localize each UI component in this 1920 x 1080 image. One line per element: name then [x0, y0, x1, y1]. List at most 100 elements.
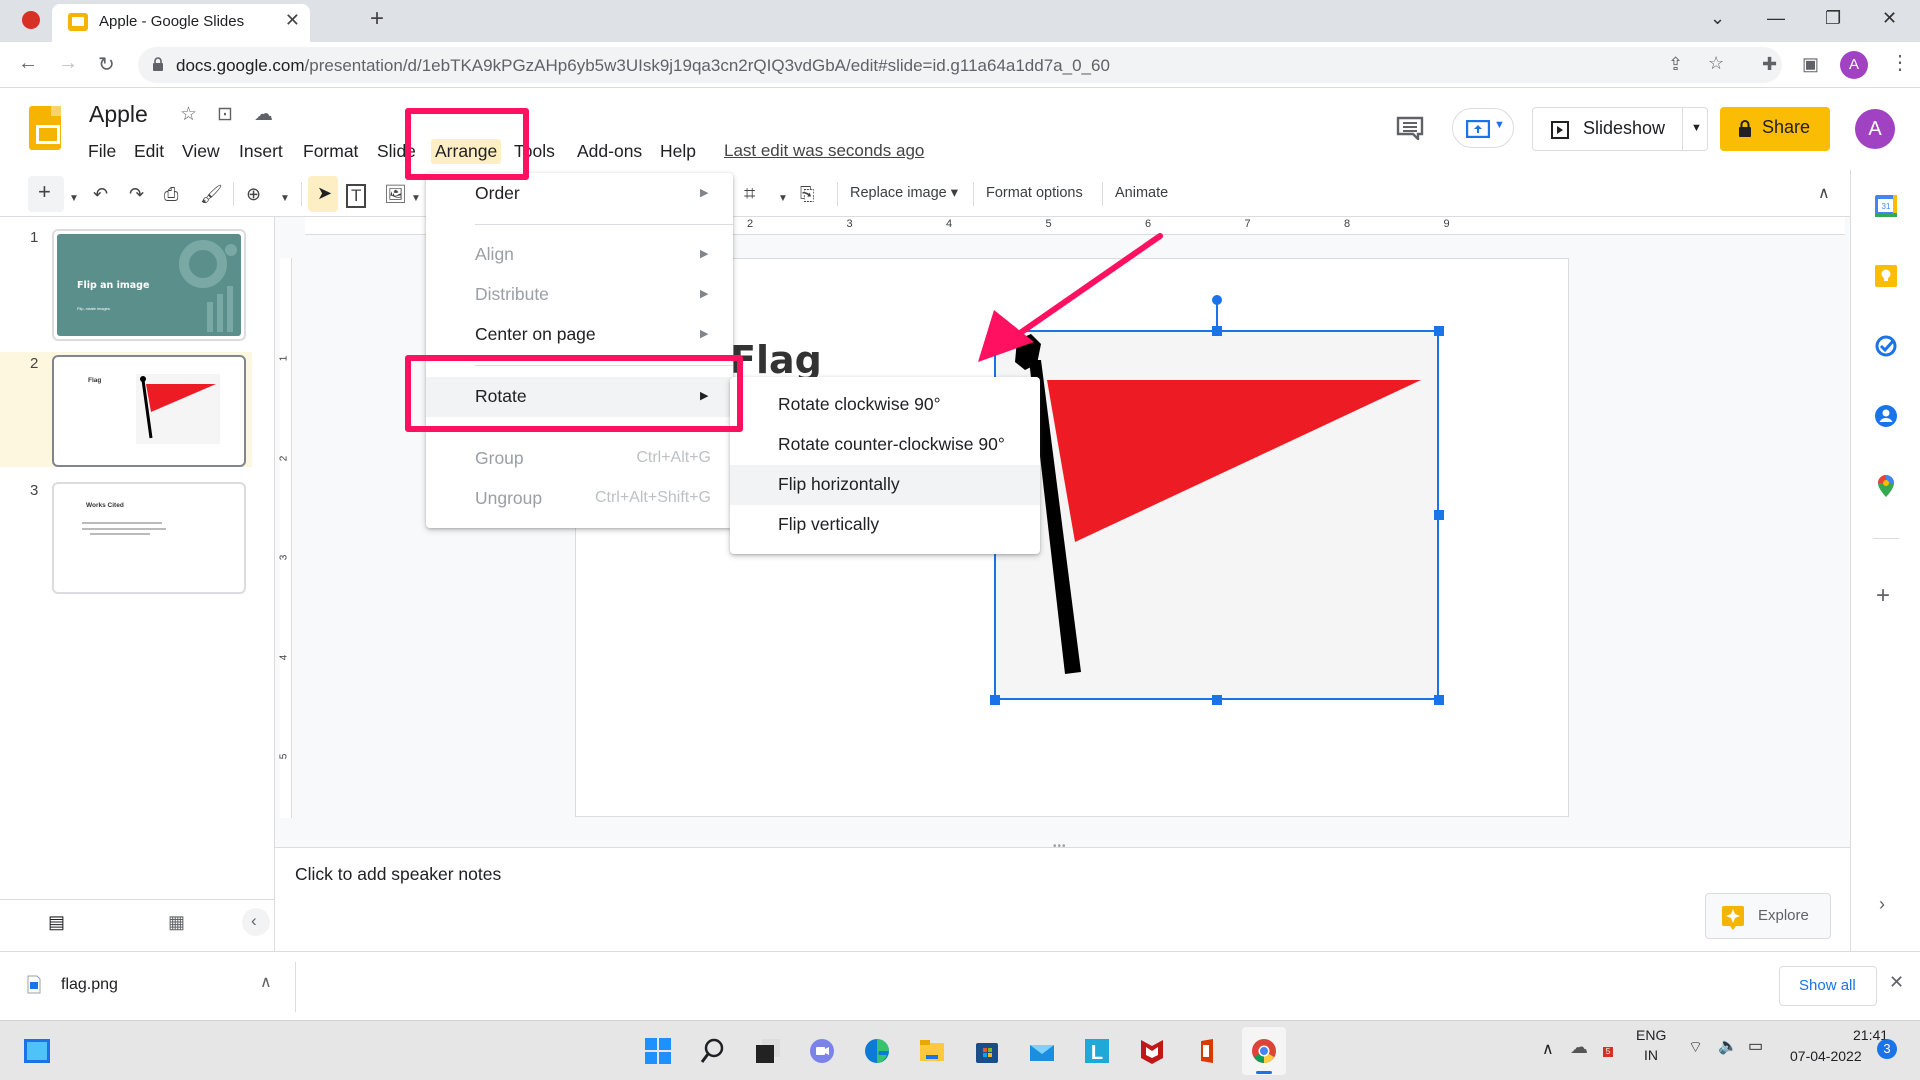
new-tab-icon[interactable]: +	[370, 5, 384, 33]
notification-badge[interactable]: 3	[1877, 1039, 1897, 1059]
rotate-handle[interactable]	[1212, 295, 1222, 305]
edge-icon[interactable]	[863, 1037, 891, 1065]
chrome-profile-avatar[interactable]: A	[1840, 51, 1868, 79]
forward-icon[interactable]: →	[58, 52, 78, 75]
contacts-icon[interactable]	[1874, 404, 1898, 428]
select-tool-button[interactable]: ➤	[308, 176, 338, 212]
tab-search-icon[interactable]: ⌄	[1710, 8, 1725, 29]
menu-tools[interactable]: Tools	[510, 139, 559, 164]
l-app-icon[interactable]: L	[1083, 1037, 1111, 1065]
crop-icon[interactable]: ⌗	[744, 181, 755, 207]
search-icon[interactable]	[699, 1037, 727, 1065]
document-title[interactable]: Apple	[89, 101, 148, 128]
grid-view-icon[interactable]: ▦	[168, 912, 185, 933]
menu-add-ons[interactable]: Add-ons	[573, 139, 646, 164]
animate-button[interactable]: Animate	[1115, 185, 1168, 201]
onedrive-icon[interactable]: ☁	[1570, 1037, 1588, 1058]
submenu-item-flip-horizontally[interactable]: Flip horizontally	[730, 465, 1040, 505]
menu-view[interactable]: View	[178, 139, 224, 164]
browser-tab[interactable]: Apple - Google Slides ✕	[52, 4, 310, 42]
close-download-bar-icon[interactable]: ✕	[1889, 972, 1904, 993]
mcafee-icon[interactable]	[1138, 1037, 1166, 1065]
menu-edit[interactable]: Edit	[130, 139, 168, 164]
maps-icon[interactable]	[1874, 474, 1898, 498]
format-options-button[interactable]: Format options	[986, 185, 1083, 201]
replace-image-button[interactable]: Replace image ▾	[850, 185, 958, 201]
microsoft-store-icon[interactable]	[973, 1037, 1001, 1065]
tab-close-icon[interactable]: ✕	[285, 10, 300, 31]
download-file-name[interactable]: flag.png	[61, 976, 118, 994]
move-folder-icon[interactable]: ⊡	[217, 103, 233, 126]
bookmark-star-icon[interactable]: ☆	[1708, 53, 1724, 74]
account-avatar[interactable]: A	[1855, 109, 1895, 149]
expand-side-panel-icon[interactable]: ›	[1879, 894, 1885, 915]
comment-history-icon[interactable]	[1396, 116, 1424, 140]
keep-icon[interactable]	[1874, 264, 1898, 288]
side-panel-icon[interactable]: ▣	[1802, 54, 1819, 75]
teams-chat-icon[interactable]	[808, 1037, 836, 1065]
reload-icon[interactable]: ↻	[98, 52, 115, 77]
language-line2[interactable]: IN	[1644, 1047, 1658, 1063]
show-all-downloads-button[interactable]: Show all	[1779, 966, 1877, 1006]
battery-icon[interactable]: ▭	[1748, 1036, 1763, 1056]
widgets-icon[interactable]	[24, 1039, 50, 1063]
office-icon[interactable]	[1193, 1037, 1221, 1065]
slide-thumbnail-3[interactable]: Works Cited	[52, 482, 246, 594]
menu-item-center-on-page[interactable]: Center on page ▶	[426, 315, 733, 355]
zoom-icon[interactable]: ⊕	[246, 181, 261, 207]
share-page-icon[interactable]: ⇪	[1668, 54, 1683, 75]
slide-title-text[interactable]: Flag	[730, 338, 822, 382]
new-slide-dropdown-icon[interactable]: ▼	[69, 186, 79, 212]
resize-handle-ne[interactable]	[1434, 326, 1444, 336]
restore-icon[interactable]: ❐	[1825, 8, 1841, 29]
add-addon-icon[interactable]: +	[1876, 582, 1890, 610]
notes-resize-handle[interactable]: •••	[1053, 841, 1067, 852]
menu-item-rotate[interactable]: Rotate ▶	[426, 377, 733, 417]
menu-insert[interactable]: Insert	[235, 139, 287, 164]
start-icon[interactable]	[644, 1037, 672, 1065]
star-icon[interactable]: ☆	[180, 103, 197, 126]
paint-format-icon[interactable]: 🖌	[200, 181, 223, 207]
menu-help[interactable]: Help	[656, 139, 700, 164]
redo-icon[interactable]: ↷	[129, 181, 144, 207]
calendar-icon[interactable]: 31	[1874, 194, 1898, 218]
slides-logo-icon[interactable]	[29, 106, 61, 150]
print-icon[interactable]: ⎙	[164, 181, 178, 207]
slideshow-dropdown-icon[interactable]: ▼	[1691, 122, 1702, 134]
menu-arrange[interactable]: Arrange	[431, 139, 502, 164]
file-explorer-icon[interactable]	[918, 1037, 946, 1065]
window-close-icon[interactable]: ✕	[1882, 8, 1897, 29]
resize-handle-s[interactable]	[1212, 695, 1222, 705]
resize-handle-sw[interactable]	[990, 695, 1000, 705]
menu-slide[interactable]: Slide	[373, 139, 420, 164]
crop-dropdown-icon[interactable]: ▼	[778, 186, 788, 212]
last-edit-link[interactable]: Last edit was seconds ago	[724, 141, 924, 161]
speaker-notes-panel[interactable]: ••• Click to add speaker notes Explore	[275, 841, 1850, 951]
present-to-meeting-button[interactable]: ▼	[1452, 108, 1514, 148]
text-box-icon[interactable]: T	[346, 184, 367, 208]
wifi-icon[interactable]: ⌔	[1688, 1037, 1703, 1057]
chrome-menu-icon[interactable]: ⋮	[1890, 50, 1910, 75]
tasks-icon[interactable]	[1874, 334, 1898, 358]
reset-image-icon[interactable]: ⎘	[800, 181, 814, 207]
filmstrip-view-icon[interactable]: ▤	[48, 912, 65, 933]
submenu-item-rotate-counter-clockwise[interactable]: Rotate counter-clockwise 90°	[730, 425, 1040, 465]
extensions-icon[interactable]: ✚	[1762, 54, 1777, 75]
resize-handle-se[interactable]	[1434, 695, 1444, 705]
back-icon[interactable]: ←	[18, 52, 38, 75]
zoom-dropdown-icon[interactable]: ▼	[280, 186, 290, 212]
insert-image-icon[interactable]: 🖼	[384, 181, 407, 207]
tray-overflow-icon[interactable]: ∧	[1542, 1039, 1554, 1059]
share-button[interactable]: Share	[1720, 107, 1830, 151]
menu-format[interactable]: Format	[299, 139, 362, 164]
mail-icon[interactable]	[1028, 1037, 1056, 1065]
minimize-icon[interactable]: —	[1767, 8, 1785, 29]
slideshow-button[interactable]: Slideshow ▼	[1532, 107, 1708, 151]
new-slide-button[interactable]: +	[28, 176, 64, 212]
cloud-saved-icon[interactable]: ☁	[254, 103, 273, 126]
tray-app-icon[interactable]: 5	[1603, 1039, 1617, 1057]
language-line1[interactable]: ENG	[1636, 1027, 1666, 1043]
speaker-notes-placeholder[interactable]: Click to add speaker notes	[295, 864, 501, 885]
clock-date[interactable]: 07-04-2022	[1790, 1048, 1862, 1064]
explore-button[interactable]: Explore	[1705, 893, 1831, 939]
